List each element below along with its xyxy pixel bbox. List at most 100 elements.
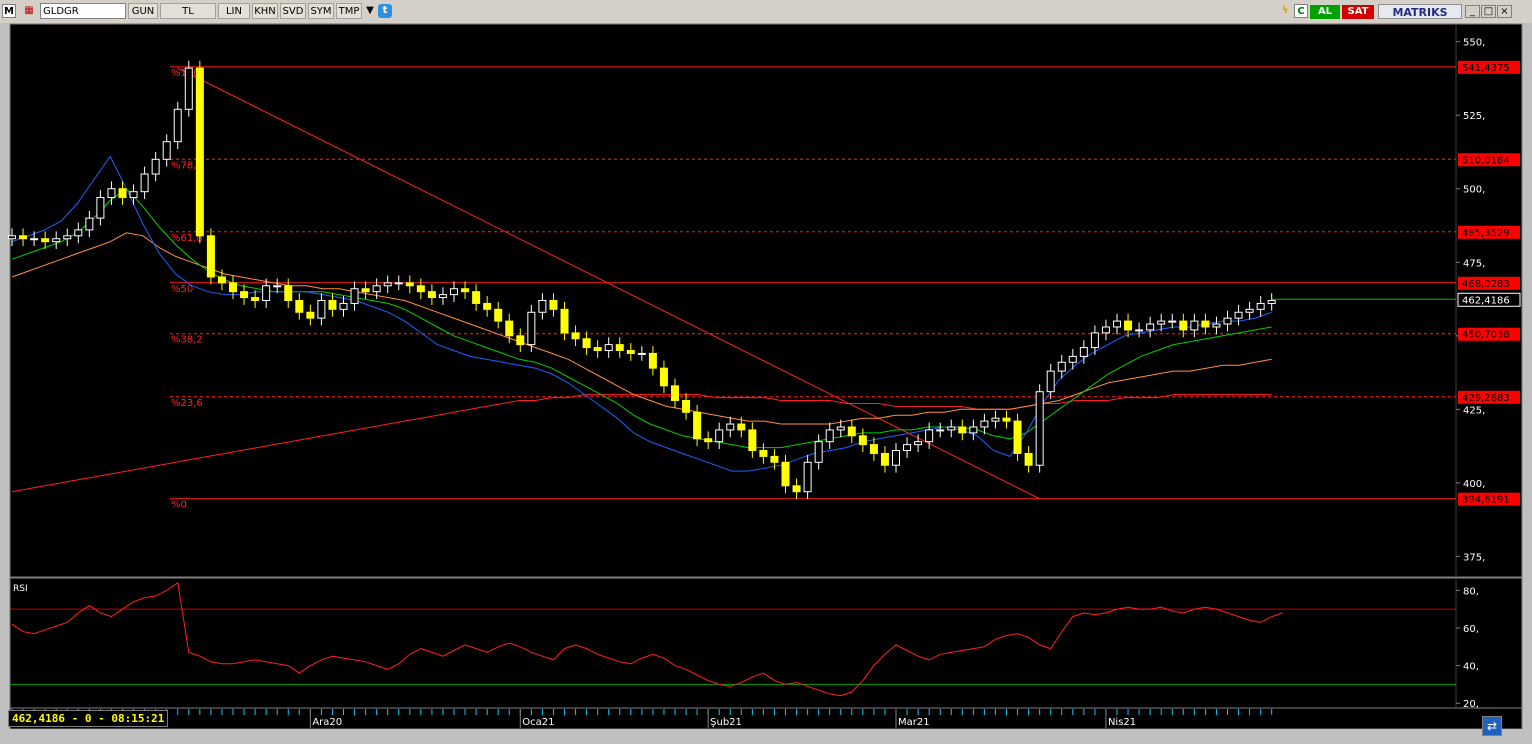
candle-body <box>715 429 724 443</box>
refresh-c-icon[interactable]: C <box>1294 4 1308 18</box>
candle-body <box>925 429 934 443</box>
sync-icon[interactable]: ⇄ <box>1482 716 1502 736</box>
fib-label: %0 <box>171 500 187 511</box>
candle-body <box>903 444 912 452</box>
candle-body <box>1002 417 1011 422</box>
candle-body <box>1113 320 1121 328</box>
cursor-readout: 462,4186 - 0 - 08:15:21 <box>8 710 169 727</box>
khn-button[interactable]: KHN <box>252 3 278 19</box>
price-tick-label: 375, <box>1463 552 1485 563</box>
candle-body <box>1234 311 1243 319</box>
candle-body <box>184 67 193 110</box>
candle-body <box>394 282 403 285</box>
sym-button[interactable]: SYM <box>308 3 334 19</box>
candle-body <box>74 229 83 237</box>
candle-body <box>450 288 458 296</box>
candle-body <box>284 285 293 301</box>
candle-body <box>140 173 149 193</box>
chart-toolbar: M ▦ GLDGR GUN TL LIN KHN SVD SYM TMP ▼ t… <box>0 0 1532 24</box>
candle-body <box>737 423 746 431</box>
sell-button[interactable]: SAT <box>1342 5 1374 19</box>
candle-body <box>63 235 72 240</box>
candle-body <box>693 411 702 440</box>
candle-body <box>571 332 580 340</box>
maximize-icon[interactable]: □ <box>1481 5 1496 18</box>
scale-button[interactable]: LIN <box>218 3 250 19</box>
tmp-button[interactable]: TMP <box>336 3 362 19</box>
dropdown-arrow-icon[interactable]: ▼ <box>363 4 377 18</box>
candle-body <box>527 311 536 346</box>
candle-body <box>273 285 282 288</box>
candle-body <box>770 455 779 463</box>
candle-body <box>328 300 337 310</box>
minimize-icon[interactable]: _ <box>1465 5 1480 18</box>
chart-area[interactable]: %100%78,6%61,8%50%38,2%23,6%0 550,525,50… <box>0 23 1532 729</box>
candle-body <box>85 217 94 231</box>
candle-body <box>52 238 61 243</box>
matriks-m-icon[interactable]: M <box>2 4 16 18</box>
candle-body <box>637 352 646 355</box>
candle-body <box>30 238 39 241</box>
currency-button[interactable]: TL <box>160 3 216 19</box>
close-icon[interactable]: × <box>1497 5 1512 18</box>
time-axis <box>9 707 1523 729</box>
candle-body <box>748 429 757 452</box>
candle-body <box>726 423 735 431</box>
candle-body <box>427 291 436 299</box>
month-label: Mar21 <box>898 717 930 728</box>
candle-body <box>958 426 967 434</box>
candle-body <box>1068 355 1077 363</box>
candle-body <box>240 291 249 299</box>
candle-body <box>1146 323 1155 331</box>
candle-body <box>582 338 591 349</box>
candle-body <box>980 420 989 428</box>
candle-body <box>339 302 348 310</box>
lightning-icon[interactable]: ϟ <box>1278 4 1292 18</box>
candle-body <box>682 400 691 413</box>
price-tick-label: 525, <box>1463 111 1485 122</box>
candle-body <box>560 308 569 334</box>
candle-body <box>593 347 602 352</box>
candle-body <box>892 450 900 466</box>
fib-label: %50 <box>171 284 193 295</box>
rsi-title: RSI <box>13 584 28 594</box>
candle-body <box>516 335 525 346</box>
candle-body <box>659 367 668 387</box>
symbol-field[interactable]: GLDGR <box>40 3 126 19</box>
rsi-tick-label: 80, <box>1463 586 1479 597</box>
candle-body <box>1190 320 1199 331</box>
candle-body <box>759 450 768 457</box>
month-label: Şub21 <box>710 717 742 728</box>
svd-button[interactable]: SVD <box>280 3 306 19</box>
candle-body <box>96 197 105 219</box>
candle-body <box>1245 308 1254 313</box>
twitter-icon[interactable]: t <box>378 4 392 18</box>
candle-body <box>251 297 260 301</box>
candle-body <box>206 235 215 278</box>
symbol-list-icon[interactable]: ▦ <box>22 4 36 18</box>
fib-price-tag-label: 429,2683 <box>1462 393 1510 404</box>
rsi-tick-label: 20, <box>1463 699 1479 710</box>
price-panel[interactable] <box>9 23 1523 578</box>
candle-body <box>8 235 16 240</box>
price-tick-label: 475, <box>1463 258 1485 269</box>
rsi-panel[interactable] <box>9 577 1523 709</box>
candle-body <box>869 444 878 454</box>
candle-body <box>19 235 28 240</box>
fib-price-tag-label: 450,7038 <box>1462 330 1510 341</box>
candle-body <box>494 308 503 322</box>
buy-button[interactable]: AL <box>1310 5 1340 19</box>
candle-body <box>505 320 514 337</box>
candle-body <box>991 417 1000 422</box>
candle-body <box>825 429 834 443</box>
period-button[interactable]: GUN <box>128 3 158 19</box>
candle-body <box>1135 329 1144 332</box>
price-tick-label: 425, <box>1463 405 1485 416</box>
candle-body <box>914 441 923 446</box>
candle-body <box>704 438 713 443</box>
candle-body <box>1046 370 1055 393</box>
candle-body <box>936 429 945 432</box>
candle-body <box>792 485 801 493</box>
candle-body <box>858 435 867 446</box>
candle-body <box>416 285 425 293</box>
